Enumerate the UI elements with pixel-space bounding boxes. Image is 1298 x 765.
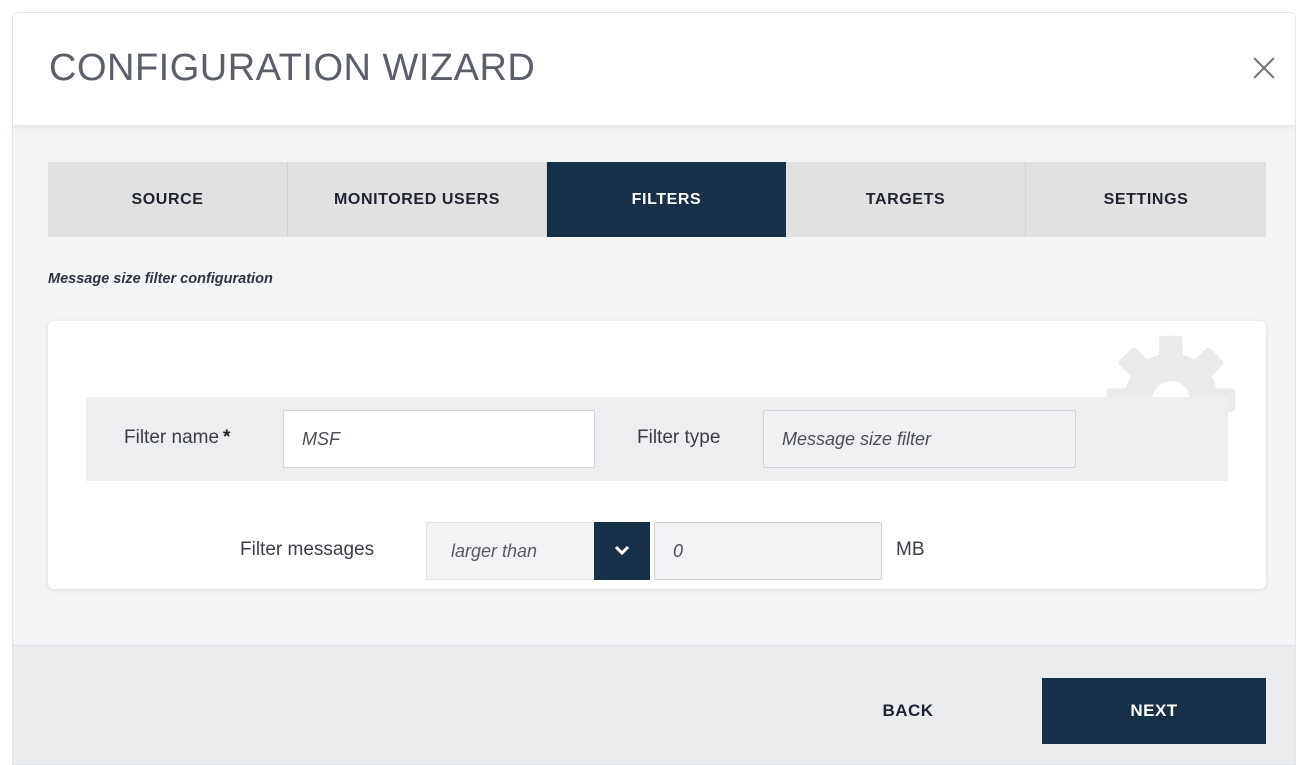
size-unit-label: MB <box>896 539 925 560</box>
configuration-wizard-dialog: CONFIGURATION WIZARD SOURCE MONITORED US… <box>12 12 1296 765</box>
filter-form-card: Filter name * MSF Filter type Message siz… <box>48 321 1266 589</box>
required-marker: * <box>223 427 231 448</box>
wizard-tabs: SOURCE MONITORED USERS FILTERS TARGETS S… <box>48 162 1266 237</box>
filter-messages-label: Filter messages <box>240 539 375 560</box>
filter-type-label: Filter type <box>637 427 721 448</box>
chevron-down-icon <box>614 545 630 556</box>
size-condition-select[interactable]: larger than <box>426 522 594 580</box>
tab-filters[interactable]: FILTERS <box>547 162 786 237</box>
next-button[interactable]: NEXT <box>1042 678 1266 744</box>
tab-targets[interactable]: TARGETS <box>786 162 1026 237</box>
filter-type-field: Message size filter <box>763 410 1076 468</box>
tab-monitored-users[interactable]: MONITORED USERS <box>288 162 547 237</box>
section-caption: Message size filter configuration <box>48 271 273 287</box>
back-button[interactable]: BACK <box>853 678 963 744</box>
tab-settings[interactable]: SETTINGS <box>1026 162 1266 237</box>
dialog-footer: BACK NEXT <box>13 645 1295 764</box>
size-value-input[interactable]: 0 <box>654 522 882 580</box>
dialog-title: CONFIGURATION WIZARD <box>49 47 536 89</box>
filter-name-input[interactable]: MSF <box>283 410 595 468</box>
size-condition-dropdown-button[interactable] <box>594 522 650 580</box>
close-icon[interactable] <box>1249 53 1279 83</box>
tab-source[interactable]: SOURCE <box>48 162 288 237</box>
filter-name-label: Filter name * <box>124 427 231 448</box>
dialog-header: CONFIGURATION WIZARD <box>13 13 1295 125</box>
